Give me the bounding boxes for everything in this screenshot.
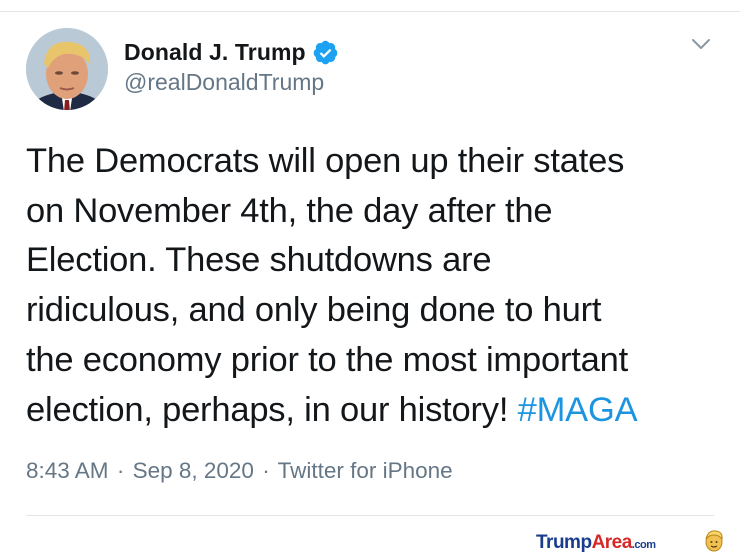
watermark-part2: Area bbox=[591, 532, 633, 553]
tweet-text-line: The Democrats will open up their states bbox=[26, 142, 625, 180]
tweet-text-line: the economy prior to the most important bbox=[26, 340, 628, 379]
meta-separator: · bbox=[116, 458, 125, 483]
watermark: TrumpArea.com bbox=[536, 532, 656, 554]
watermark-face-icon bbox=[702, 528, 726, 552]
tweet-text: The Democrats will open up their states … bbox=[26, 137, 726, 435]
tweet-text-line: ridiculous, and only being done to hurt bbox=[26, 291, 602, 330]
tweet-meta: 8:43 AM · Sep 8, 2020 · Twitter for iPho… bbox=[26, 458, 453, 484]
tweet-date[interactable]: Sep 8, 2020 bbox=[133, 458, 254, 483]
author-name-row: Donald J. Trump bbox=[124, 34, 339, 70]
watermark-part1: Trump bbox=[536, 532, 592, 553]
tweet-text-line-last: election, perhaps, in our history! #MAGA bbox=[26, 386, 726, 436]
meta-separator: · bbox=[262, 458, 270, 483]
tweet-text-line: on November 4th, the day after the bbox=[26, 191, 553, 230]
avatar-image bbox=[26, 28, 108, 110]
bottom-divider bbox=[26, 515, 714, 516]
display-name[interactable]: Donald J. Trump bbox=[124, 39, 306, 66]
top-border bbox=[0, 0, 740, 12]
hashtag-link[interactable]: #MAGA bbox=[518, 391, 638, 429]
chevron-down-icon[interactable] bbox=[690, 36, 712, 52]
verified-badge-icon bbox=[312, 39, 339, 66]
handle[interactable]: @realDonaldTrump bbox=[124, 69, 324, 96]
tweet-text-line: Election. These shutdowns are bbox=[26, 241, 492, 280]
tweet-text-line: election, perhaps, in our history! bbox=[26, 390, 518, 429]
watermark-suffix: .com bbox=[631, 539, 656, 551]
tweet-source[interactable]: Twitter for iPhone bbox=[278, 458, 453, 483]
tweet-time[interactable]: 8:43 AM bbox=[26, 458, 109, 483]
avatar[interactable] bbox=[26, 28, 108, 110]
